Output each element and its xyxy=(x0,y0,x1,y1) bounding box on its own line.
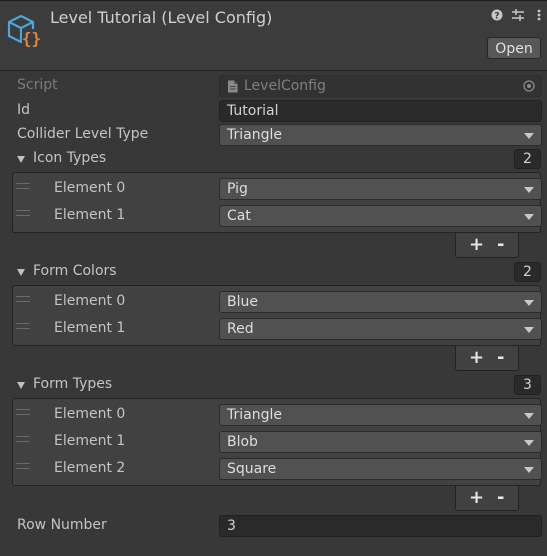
row-number-input[interactable]: 3 xyxy=(219,515,542,537)
form-colors-add-button[interactable]: + xyxy=(469,346,484,370)
drag-handle-icon[interactable] xyxy=(16,183,30,189)
form-types-element-1-label: Element 1 xyxy=(54,433,126,449)
icon-types-remove-button[interactable]: - xyxy=(497,233,504,257)
id-label: Id xyxy=(17,102,31,118)
row-number-label: Row Number xyxy=(17,517,107,533)
form-colors-element-0-label: Element 0 xyxy=(54,293,126,309)
drag-handle-icon[interactable] xyxy=(16,210,30,216)
form-types-element-1-dropdown[interactable]: Blob xyxy=(219,431,542,453)
icon-types-add-button[interactable]: + xyxy=(469,233,484,257)
form-colors-element-1-dropdown[interactable]: Red xyxy=(219,318,542,340)
drag-handle-icon[interactable] xyxy=(16,409,30,415)
icon-types-element-1-dropdown[interactable]: Cat xyxy=(219,205,542,227)
form-types-element-2-value: Square xyxy=(227,461,277,477)
icon-types-count-input[interactable]: 2 xyxy=(514,149,541,169)
form-types-element-0-label: Element 0 xyxy=(54,406,126,422)
scriptable-object-icon: {} xyxy=(7,14,41,48)
icon-types-element-0-label: Element 0 xyxy=(54,180,126,196)
form-types-footer: + - xyxy=(455,486,519,511)
collider-level-type-label: Collider Level Type xyxy=(17,126,149,142)
icon-types-element-0-dropdown[interactable]: Pig xyxy=(219,178,542,200)
script-field: LevelConfig xyxy=(219,75,542,97)
id-input[interactable]: Tutorial xyxy=(219,100,542,122)
icon-types-element-0-value: Pig xyxy=(227,181,248,197)
form-types-add-button[interactable]: + xyxy=(469,486,484,510)
collider-level-type-value: Triangle xyxy=(227,127,282,143)
object-picker-icon[interactable] xyxy=(523,80,535,92)
form-types-label[interactable]: Form Types xyxy=(33,376,112,392)
drag-handle-icon[interactable] xyxy=(16,463,30,469)
chevron-down-icon xyxy=(524,133,534,139)
form-types-element-2-label: Element 2 xyxy=(54,460,126,476)
form-types-element-0-value: Triangle xyxy=(227,407,282,423)
drag-handle-icon[interactable] xyxy=(16,323,30,329)
chevron-down-icon xyxy=(524,214,534,220)
form-types-element-2-dropdown[interactable]: Square xyxy=(219,458,542,480)
form-colors-element-1-value: Red xyxy=(227,321,254,337)
chevron-down-icon xyxy=(524,413,534,419)
open-button[interactable]: Open xyxy=(487,37,541,59)
chevron-down-icon xyxy=(524,187,534,193)
svg-text:{}: {} xyxy=(22,29,41,48)
inspector-title: Level Tutorial (Level Config) xyxy=(50,8,273,27)
chevron-down-icon xyxy=(524,440,534,446)
form-colors-element-0-dropdown[interactable]: Blue xyxy=(219,291,542,313)
help-icon[interactable]: ? xyxy=(491,9,503,22)
icon-types-element-1-label: Element 1 xyxy=(54,207,126,223)
form-colors-element-0-value: Blue xyxy=(227,294,258,310)
form-colors-element-1-label: Element 1 xyxy=(54,320,126,336)
icon-types-element-1-value: Cat xyxy=(227,208,251,224)
icon-types-label[interactable]: Icon Types xyxy=(33,150,106,166)
form-colors-footer: + - xyxy=(455,346,519,371)
form-colors-label[interactable]: Form Colors xyxy=(33,263,117,279)
form-types-foldout-arrow-icon[interactable] xyxy=(17,382,25,389)
icon-types-footer: + - xyxy=(455,233,519,258)
chevron-down-icon xyxy=(524,467,534,473)
form-colors-foldout-arrow-icon[interactable] xyxy=(17,269,25,276)
form-colors-count-input[interactable]: 2 xyxy=(514,262,541,282)
chevron-down-icon xyxy=(524,327,534,333)
drag-handle-icon[interactable] xyxy=(16,436,30,442)
form-types-element-1-value: Blob xyxy=(227,434,258,450)
inspector-header: {} Level Tutorial (Level Config) ? Open xyxy=(0,0,547,71)
presets-icon[interactable] xyxy=(512,9,524,21)
script-label: Script xyxy=(17,77,58,93)
form-types-count-input[interactable]: 3 xyxy=(514,375,541,395)
form-types-remove-button[interactable]: - xyxy=(497,486,504,510)
drag-handle-icon[interactable] xyxy=(16,296,30,302)
script-value: LevelConfig xyxy=(244,78,326,94)
collider-level-type-dropdown[interactable]: Triangle xyxy=(219,124,542,146)
script-file-icon xyxy=(228,80,238,93)
form-colors-remove-button[interactable]: - xyxy=(497,346,504,370)
form-types-element-0-dropdown[interactable]: Triangle xyxy=(219,404,542,426)
svg-text:?: ? xyxy=(494,12,499,22)
top-divider xyxy=(0,0,547,1)
icon-types-foldout-arrow-icon[interactable] xyxy=(17,156,25,163)
more-menu-icon[interactable] xyxy=(533,9,545,21)
chevron-down-icon xyxy=(524,300,534,306)
